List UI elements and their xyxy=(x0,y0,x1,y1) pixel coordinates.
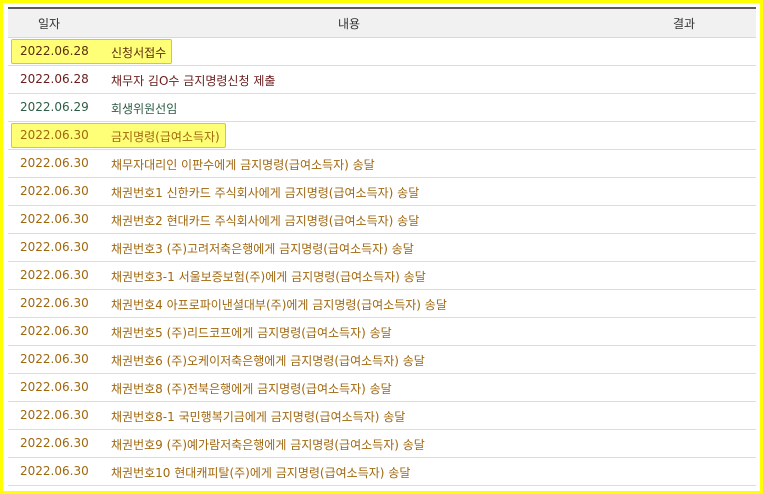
screenshot-frame: 일자 내용 결과 2022.06.28 신청서접수 2022.06.28 채무자 김O… xyxy=(0,0,763,494)
row-content: 채권번호3-1 서울보증보험(주)에게 금지명령(급여소득자) 송달 xyxy=(111,270,426,284)
row-date: 2022.06.28 xyxy=(20,44,89,58)
table-row: 2022.06.30 채권번호6 (주)오케이저축은행에게 금지명령(급여소득자)… xyxy=(8,346,756,374)
row-content: 채권번호10 현대캐피탈(주)에게 금지명령(급여소득자) 송달 xyxy=(111,466,411,480)
row-date: 2022.06.30 xyxy=(20,128,89,142)
row-content: 회생위원선임 xyxy=(111,102,178,116)
row-content: 채무자 김O수 금지명령신청 제출 xyxy=(111,74,276,88)
row-content: 채권번호6 (주)오케이저축은행에게 금지명령(급여소득자) 송달 xyxy=(111,354,425,368)
row-date: 2022.06.30 xyxy=(20,408,89,422)
header-date: 일자 xyxy=(38,17,61,31)
row-content: 채권번호5 (주)리드코프에게 금지명령(급여소득자) 송달 xyxy=(111,326,392,340)
table-row: 2022.06.30 채권번호10 현대캐피탈(주)에게 금지명령(급여소득자) … xyxy=(8,458,756,486)
table-row: 2022.06.30 금지명령(급여소득자) xyxy=(8,122,756,150)
row-date: 2022.06.30 xyxy=(20,268,89,282)
row-content: 채권번호1 신한카드 주식회사에게 금지명령(급여소득자) 송달 xyxy=(111,186,420,200)
row-content: 신청서접수 xyxy=(111,46,167,60)
table-row: 2022.06.30 채권번호2 현대카드 주식회사에게 금지명령(급여소득자) … xyxy=(8,206,756,234)
table-row: 2022.06.30 채권번호5 (주)리드코프에게 금지명령(급여소득자) 송달 xyxy=(8,318,756,346)
table-row: 2022.06.30 채권번호3-1 서울보증보험(주)에게 금지명령(급여소득자… xyxy=(8,262,756,290)
header-content: 내용 xyxy=(338,17,361,31)
table-row: 2022.06.30 채권번호1 신한카드 주식회사에게 금지명령(급여소득자) … xyxy=(8,178,756,206)
row-content: 채권번호9 (주)예가람저축은행에게 금지명령(급여소득자) 송달 xyxy=(111,438,425,452)
table-row: 2022.06.30 채권번호4 아프로파이낸셜대부(주)에게 금지명령(급여소득… xyxy=(8,290,756,318)
row-date: 2022.06.29 xyxy=(20,100,89,114)
row-date: 2022.06.30 xyxy=(20,156,89,170)
row-content: 채무자대리인 이판수에게 금지명령(급여소득자) 송달 xyxy=(111,158,375,172)
row-date: 2022.06.30 xyxy=(20,212,89,226)
row-date: 2022.06.30 xyxy=(20,184,89,198)
row-date: 2022.06.30 xyxy=(20,380,89,394)
table-row: 2022.06.30 채권번호9 (주)예가람저축은행에게 금지명령(급여소득자)… xyxy=(8,430,756,458)
table-row: 2022.06.30 채무자대리인 이판수에게 금지명령(급여소득자) 송달 xyxy=(8,150,756,178)
row-content: 채권번호3 (주)고려저축은행에게 금지명령(급여소득자) 송달 xyxy=(111,242,414,256)
row-content: 채권번호8-1 국민행복기금에게 금지명령(급여소득자) 송달 xyxy=(111,410,406,424)
row-date: 2022.06.28 xyxy=(20,72,89,86)
table-row: 2022.06.28 채무자 김O수 금지명령신청 제출 xyxy=(8,66,756,94)
table-row: 2022.06.30 채권번호8-1 국민행복기금에게 금지명령(급여소득자) 송… xyxy=(8,402,756,430)
row-date: 2022.06.30 xyxy=(20,352,89,366)
table-row: 2022.06.29 회생위원선임 xyxy=(8,94,756,122)
case-history-table: 일자 내용 결과 2022.06.28 신청서접수 2022.06.28 채무자 김O… xyxy=(8,7,756,486)
row-content: 채권번호4 아프로파이낸셜대부(주)에게 금지명령(급여소득자) 송달 xyxy=(111,298,447,312)
row-content: 채권번호8 (주)전북은행에게 금지명령(급여소득자) 송달 xyxy=(111,382,392,396)
table-body: 2022.06.28 신청서접수 2022.06.28 채무자 김O수 금지명령신청 … xyxy=(8,38,756,486)
row-date: 2022.06.30 xyxy=(20,240,89,254)
row-date: 2022.06.30 xyxy=(20,324,89,338)
table-row: 2022.06.28 신청서접수 xyxy=(8,38,756,66)
table-header: 일자 내용 결과 xyxy=(8,7,756,38)
table-row: 2022.06.30 채권번호3 (주)고려저축은행에게 금지명령(급여소득자) … xyxy=(8,234,756,262)
header-result: 결과 xyxy=(673,17,696,31)
row-content: 채권번호2 현대카드 주식회사에게 금지명령(급여소득자) 송달 xyxy=(111,214,420,228)
row-date: 2022.06.30 xyxy=(20,296,89,310)
row-date: 2022.06.30 xyxy=(20,436,89,450)
row-content: 금지명령(급여소득자) xyxy=(111,130,220,144)
table-row: 2022.06.30 채권번호8 (주)전북은행에게 금지명령(급여소득자) 송달 xyxy=(8,374,756,402)
row-date: 2022.06.30 xyxy=(20,464,89,478)
